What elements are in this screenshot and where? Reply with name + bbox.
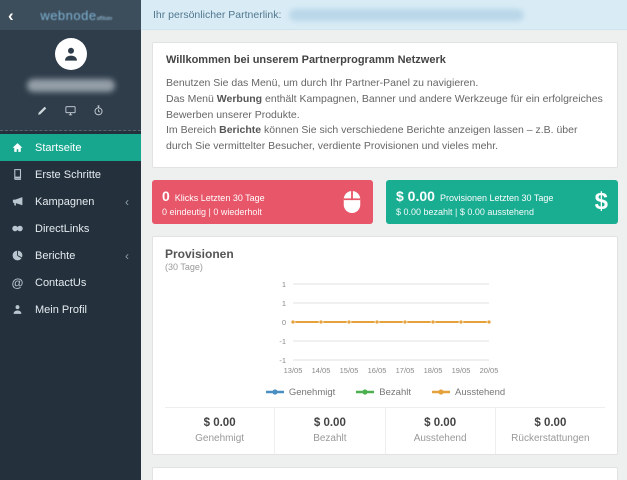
shortcuts-card: Affiliate panel tutorial video Mein Prof… [152, 466, 618, 480]
svg-text:19/05: 19/05 [452, 366, 471, 375]
legend-item: Ausstehend [431, 387, 505, 398]
sidebar-item-directlinks[interactable]: DirectLinks [0, 215, 141, 242]
svg-text:15/05: 15/05 [340, 366, 359, 375]
svg-text:1: 1 [282, 280, 286, 289]
sidebar-item-label: Mein Profil [35, 303, 87, 316]
topbar-brand-area: ‹ webnodeaffiliate [0, 0, 141, 30]
mouse-icon [333, 190, 363, 214]
line-chart: 1 1 0 -1 -1 13/05 14/05 15/05 16/05 17/05 18/05 19/… [265, 278, 505, 387]
svg-text:1: 1 [282, 299, 286, 308]
profile-section [0, 30, 141, 131]
username-redacted [26, 79, 115, 92]
affiliate-dashboard: ‹ webnodeaffiliate Ihr persönlicher Part… [0, 0, 627, 480]
sidebar-item-kampagnen[interactable]: Kampagnen ‹ [0, 188, 141, 215]
sidebar-item-startseite[interactable]: Startseite [0, 134, 141, 161]
monitor-icon[interactable] [64, 104, 77, 117]
sidebar-item-contactus[interactable]: @ ContactUs [0, 269, 141, 296]
chart-title: Provisionen [165, 246, 234, 261]
user-icon [10, 302, 25, 317]
sidebar-item-label: Erste Schritte [35, 168, 102, 181]
svg-text:17/05: 17/05 [396, 366, 415, 375]
commissions-stat-card: $ 0.00 Provisionen Letzten 30 Tage $ 0.0… [386, 179, 618, 224]
chart-subtitle: (30 Tage) [165, 261, 203, 272]
clicks-sub: 0 eindeutig | 0 wiederholt [162, 206, 262, 217]
summary-value: $ 0.00 [203, 416, 236, 429]
summary-label: Ausstehend [413, 432, 467, 444]
svg-text:-1: -1 [279, 356, 286, 365]
sidebar-item-label: Startseite [35, 141, 82, 154]
home-icon [10, 140, 25, 155]
commissions-summary: $ 0.00 Genehmigt $ 0.00 Bezahlt $ 0.00 A… [165, 406, 605, 454]
user-icon [64, 47, 77, 61]
clicks-value: 0 [162, 187, 170, 204]
svg-text:14/05: 14/05 [312, 366, 331, 375]
partner-link-label: Ihr persönlicher Partnerlink: [153, 8, 282, 21]
welcome-line2-pre: Das Menü [166, 92, 217, 105]
sidebar-item-mein-profil[interactable]: Mein Profil [0, 296, 141, 323]
at-icon: @ [11, 275, 24, 290]
svg-text:20/05: 20/05 [480, 366, 499, 375]
commissions-label: Provisionen Letzten 30 Tage [439, 192, 554, 203]
sidebar-item-label: Berichte [35, 249, 76, 262]
topbar: ‹ webnodeaffiliate Ihr persönlicher Part… [0, 0, 627, 30]
summary-value: $ 0.00 [534, 416, 567, 429]
summary-ausstehend: $ 0.00 Ausstehend [384, 407, 495, 454]
stopwatch-icon[interactable] [92, 104, 105, 117]
summary-value: $ 0.00 [424, 416, 457, 429]
sidebar-menu: Startseite Erste Schritte Kampagnen ‹ Di… [0, 131, 141, 323]
welcome-body: Benutzen Sie das Menü, um durch Ihr Part… [166, 76, 604, 155]
welcome-title: Willkommen bei unserem Partnerprogramm N… [166, 54, 446, 66]
commissions-sub: $ 0.00 bezahlt | $ 0.00 ausstehend [396, 206, 534, 217]
welcome-line1: Benutzen Sie das Menü, um durch Ihr Part… [166, 77, 479, 89]
svg-text:18/05: 18/05 [424, 366, 443, 375]
pie-icon [10, 248, 25, 263]
link-icon [10, 221, 25, 236]
welcome-line3-pre: Im Bereich [166, 124, 220, 137]
webnode-logo: webnodeaffiliate [20, 8, 133, 23]
legend-item: Genehmigt [265, 387, 335, 398]
legend-item: Bezahlt [355, 387, 411, 398]
welcome-card: Willkommen bei unserem Partnerprogramm N… [152, 42, 618, 168]
collapse-sidebar-icon[interactable]: ‹ [8, 7, 14, 24]
main-content: Willkommen bei unserem Partnerprogramm N… [141, 30, 627, 480]
sidebar-item-erste-schritte[interactable]: Erste Schritte [0, 161, 141, 188]
profile-tools [0, 104, 141, 117]
svg-text:0: 0 [282, 318, 286, 327]
edit-pencil-icon[interactable] [36, 104, 49, 117]
chevron-left-icon: ‹ [125, 248, 129, 263]
avatar[interactable] [54, 38, 87, 70]
brand-suffix: affiliate [96, 15, 113, 22]
brand-text: webnode [40, 7, 97, 23]
svg-text:-1: -1 [279, 337, 286, 346]
commissions-value: $ 0.00 [396, 187, 435, 204]
summary-label: Rückerstattungen [511, 432, 590, 444]
sidebar: Startseite Erste Schritte Kampagnen ‹ Di… [0, 30, 141, 480]
summary-bezahlt: $ 0.00 Bezahlt [274, 407, 384, 454]
sidebar-item-label: Kampagnen [35, 195, 95, 208]
summary-value: $ 0.00 [313, 416, 346, 429]
sidebar-item-berichte[interactable]: Berichte ‹ [0, 242, 141, 269]
sidebar-item-label: DirectLinks [35, 222, 90, 235]
chart-legend: Genehmigt Bezahlt Ausstehend [165, 387, 605, 398]
megaphone-icon [10, 194, 25, 209]
book-icon [10, 167, 25, 182]
clicks-label: Klicks Letzten 30 Tage [174, 192, 265, 203]
welcome-line3-bold: Berichte [219, 124, 262, 137]
sidebar-item-label: ContactUs [35, 276, 87, 289]
commissions-chart-card: Provisionen (30 Tage) 1 1 0 -1 -1 13/05 14/05 1… [152, 235, 618, 455]
svg-text:13/05: 13/05 [284, 366, 303, 375]
summary-label: Genehmigt [195, 432, 245, 444]
welcome-line2-bold: Werbung [216, 92, 263, 105]
partner-link-bar: Ihr persönlicher Partnerlink: [141, 0, 627, 30]
dollar-icon: $ [594, 188, 608, 216]
chevron-left-icon: ‹ [125, 194, 129, 209]
summary-genehmigt: $ 0.00 Genehmigt [165, 408, 274, 454]
summary-rueckerstattungen: $ 0.00 Rückerstattungen [494, 407, 605, 454]
svg-text:16/05: 16/05 [368, 366, 387, 375]
stats-row: 0 Klicks Letzten 30 Tage 0 eindeutig | 0… [152, 179, 618, 224]
partner-link-redacted[interactable] [289, 8, 525, 21]
clicks-stat-card: 0 Klicks Letzten 30 Tage 0 eindeutig | 0… [152, 179, 373, 224]
summary-label: Bezahlt [313, 432, 347, 444]
